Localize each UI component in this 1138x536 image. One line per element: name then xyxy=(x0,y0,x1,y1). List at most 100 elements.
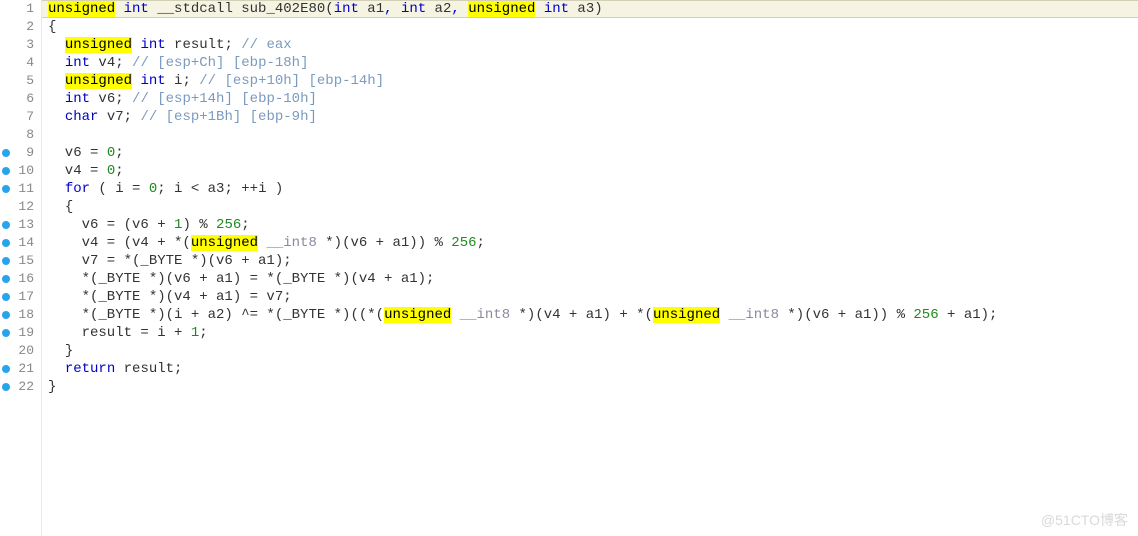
line-number: 20 xyxy=(12,342,40,360)
token-txt xyxy=(393,1,401,17)
code-line[interactable]: v4 = 0; xyxy=(42,162,1138,180)
token-hl: unsigned xyxy=(653,307,720,323)
token-hl: unsigned xyxy=(468,1,535,17)
token-cmt: // [esp+1Bh] [ebp-9h] xyxy=(140,109,316,125)
code-line[interactable]: result = i + 1; xyxy=(42,324,1138,342)
breakpoint-marker[interactable] xyxy=(0,0,12,18)
breakpoint-marker[interactable] xyxy=(0,270,12,288)
line-number: 1 xyxy=(12,0,40,18)
code-line[interactable]: for ( i = 0; i < a3; ++i ) xyxy=(42,180,1138,198)
code-line[interactable]: int v4; // [esp+Ch] [ebp-18h] xyxy=(42,54,1138,72)
code-line[interactable]: unsigned int i; // [esp+10h] [ebp-14h] xyxy=(42,72,1138,90)
token-txt xyxy=(48,361,65,377)
gutter-row: 15 xyxy=(0,252,41,270)
token-ty: int xyxy=(401,1,426,17)
token-br: { xyxy=(65,199,73,215)
token-txt xyxy=(48,91,65,107)
code-line[interactable]: } xyxy=(42,378,1138,396)
line-number: 18 xyxy=(12,306,40,324)
token-txt xyxy=(115,1,123,17)
token-txt xyxy=(48,109,65,125)
token-kw: for xyxy=(65,181,90,197)
token-txt: *(_BYTE *)(v6 + a1) = *(_BYTE *)(v4 + a1… xyxy=(48,271,434,287)
token-hl: unsigned xyxy=(48,1,115,17)
token-txt xyxy=(720,307,728,323)
code-line[interactable]: *(_BYTE *)(v6 + a1) = *(_BYTE *)(v4 + a1… xyxy=(42,270,1138,288)
code-line[interactable]: unsigned int result; // eax xyxy=(42,36,1138,54)
gutter-row: 13 xyxy=(0,216,41,234)
token-txt: ; xyxy=(241,217,249,233)
code-line[interactable]: v4 = (v4 + *(unsigned __int8 *)(v6 + a1)… xyxy=(42,234,1138,252)
breakpoint-marker[interactable] xyxy=(0,234,12,252)
token-txt xyxy=(460,1,468,17)
code-line[interactable]: v6 = 0; xyxy=(42,144,1138,162)
breakpoint-marker[interactable] xyxy=(0,198,12,216)
token-txt xyxy=(535,1,543,17)
token-dimkw: __int8 xyxy=(729,307,779,323)
token-br: { xyxy=(48,19,56,35)
code-line[interactable]: *(_BYTE *)(i + a2) ^= *(_BYTE *)((*(unsi… xyxy=(42,306,1138,324)
token-num: 256 xyxy=(913,307,938,323)
breakpoint-marker[interactable] xyxy=(0,72,12,90)
token-kw: , xyxy=(384,1,392,17)
breakpoint-marker[interactable] xyxy=(0,288,12,306)
token-txt: a3) xyxy=(569,1,603,17)
breakpoint-marker[interactable] xyxy=(0,36,12,54)
line-number: 17 xyxy=(12,288,40,306)
line-number: 7 xyxy=(12,108,40,126)
code-line[interactable]: v7 = *(_BYTE *)(v6 + a1); xyxy=(42,252,1138,270)
breakpoint-marker[interactable] xyxy=(0,360,12,378)
breakpoint-marker[interactable] xyxy=(0,324,12,342)
line-number: 11 xyxy=(12,180,40,198)
code-line[interactable]: *(_BYTE *)(v4 + a1) = v7; xyxy=(42,288,1138,306)
breakpoint-marker[interactable] xyxy=(0,54,12,72)
token-num: 1 xyxy=(191,325,199,341)
gutter-row: 11 xyxy=(0,180,41,198)
gutter: 12345678910111213141516171819202122 xyxy=(0,0,42,536)
code-line[interactable]: return result; xyxy=(42,360,1138,378)
breakpoint-marker[interactable] xyxy=(0,162,12,180)
code-line[interactable]: { xyxy=(42,18,1138,36)
line-number: 12 xyxy=(12,198,40,216)
line-number: 9 xyxy=(12,144,40,162)
line-number: 19 xyxy=(12,324,40,342)
breakpoint-marker[interactable] xyxy=(0,108,12,126)
code-area: unsigned int __stdcall sub_402E80(int a1… xyxy=(42,0,1138,536)
token-ty: int xyxy=(140,37,165,53)
code-line[interactable]: char v7; // [esp+1Bh] [ebp-9h] xyxy=(42,108,1138,126)
token-cmt: // eax xyxy=(241,37,291,53)
token-txt: v6 = (v6 + xyxy=(48,217,174,233)
line-number: 3 xyxy=(12,36,40,54)
token-kw: , xyxy=(451,1,459,17)
token-dimkw: __int8 xyxy=(266,235,316,251)
breakpoint-marker[interactable] xyxy=(0,252,12,270)
token-cmt: // [esp+10h] [ebp-14h] xyxy=(199,73,384,89)
token-hl: unsigned xyxy=(65,73,132,89)
code-line[interactable]: v6 = (v6 + 1) % 256; xyxy=(42,216,1138,234)
breakpoint-marker[interactable] xyxy=(0,378,12,396)
line-number: 4 xyxy=(12,54,40,72)
line-number: 13 xyxy=(12,216,40,234)
line-number: 2 xyxy=(12,18,40,36)
breakpoint-marker[interactable] xyxy=(0,180,12,198)
line-number: 15 xyxy=(12,252,40,270)
gutter-row: 5 xyxy=(0,72,41,90)
code-line[interactable]: unsigned int __stdcall sub_402E80(int a1… xyxy=(42,0,1138,18)
token-txt: + a1); xyxy=(939,307,998,323)
token-kw: return xyxy=(65,361,115,377)
code-line[interactable]: { xyxy=(42,198,1138,216)
token-txt: v6 = xyxy=(48,145,107,161)
breakpoint-marker[interactable] xyxy=(0,144,12,162)
breakpoint-marker[interactable] xyxy=(0,18,12,36)
token-txt: v7; xyxy=(98,109,140,125)
token-txt: result; xyxy=(166,37,242,53)
breakpoint-marker[interactable] xyxy=(0,216,12,234)
code-line[interactable] xyxy=(42,126,1138,144)
breakpoint-marker[interactable] xyxy=(0,90,12,108)
breakpoint-marker[interactable] xyxy=(0,342,12,360)
token-cmt: // [esp+14h] [ebp-10h] xyxy=(132,91,317,107)
breakpoint-marker[interactable] xyxy=(0,306,12,324)
code-line[interactable]: } xyxy=(42,342,1138,360)
breakpoint-marker[interactable] xyxy=(0,126,12,144)
code-line[interactable]: int v6; // [esp+14h] [ebp-10h] xyxy=(42,90,1138,108)
